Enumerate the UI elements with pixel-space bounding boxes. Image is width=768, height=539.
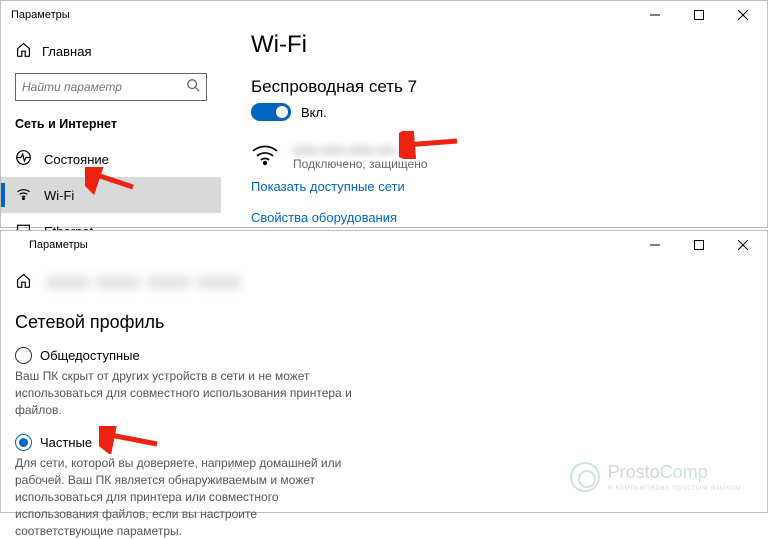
maximize-button[interactable] [677,232,721,258]
link-show-networks[interactable]: Показать доступные сети [251,179,753,194]
radio-public[interactable]: Общедоступные [15,347,753,364]
close-button[interactable] [721,2,765,28]
watermark-brand: ProstoComp [608,462,741,483]
wifi-toggle-label: Вкл. [301,105,327,120]
settings-window-profile: Параметры xxxx xxxx xxxx xxxx Сетевой пр… [0,230,768,513]
status-icon [15,149,32,169]
sidebar-item-label: Wi-Fi [44,188,74,203]
network-status: Подключено, защищено [293,157,428,171]
minimize-button[interactable] [633,232,677,258]
public-description: Ваш ПК скрыт от других устройств в сети … [15,368,355,418]
profile-heading: Сетевой профиль [15,312,753,333]
home-label: Главная [42,44,91,59]
radio-icon [15,434,32,451]
search-input[interactable] [15,73,207,101]
wireless-heading: Беспроводная сеть 7 [251,77,753,97]
sidebar-item-label: Состояние [44,152,109,167]
minimize-button[interactable] [633,2,677,28]
network-page-title: xxxx xxxx xxxx xxxx [46,271,242,294]
sidebar-category: Сеть и Интернет [1,115,221,141]
page-title: Wi-Fi [251,31,753,59]
watermark: ProstoComp о компьютерах простым языком [570,462,741,492]
sidebar: Главная Сеть и Интернет Состояние Wi-Fi … [1,29,221,227]
titlebar: Параметры [1,1,767,29]
link-hardware-props[interactable]: Свойства оборудования [251,210,753,225]
wifi-icon [15,185,32,205]
wifi-signal-icon [251,144,279,171]
radio-label: Частные [40,435,92,450]
titlebar: Параметры [1,231,767,259]
window-title: Параметры [11,9,633,21]
settings-window-wifi: Параметры Главная Сеть и Интернет Состоя… [0,0,768,228]
watermark-logo-icon [570,462,600,492]
wifi-toggle[interactable] [251,103,291,121]
search-field[interactable] [22,80,186,94]
back-header: xxxx xxxx xxxx xxxx [1,259,767,312]
search-icon [186,78,200,97]
home-icon [15,41,32,61]
annotation-arrow-icon [399,131,459,159]
wifi-toggle-row: Вкл. [251,103,753,121]
maximize-button[interactable] [677,2,721,28]
home-icon[interactable] [15,272,32,294]
close-button[interactable] [721,232,765,258]
connected-network[interactable]: xxxx-xxxx-xxxx-xxx Подключено, защищено [251,143,753,171]
annotation-arrow-icon [99,426,159,454]
radio-icon [15,347,32,364]
home-link[interactable]: Главная [1,37,221,73]
window-title: Параметры [29,239,633,251]
radio-label: Общедоступные [40,348,140,363]
content-area: Wi-Fi Беспроводная сеть 7 Вкл. xxxx-xxxx… [221,29,767,227]
annotation-arrow-icon [85,167,135,195]
private-description: Для сети, которой вы доверяете, например… [15,455,355,539]
watermark-tagline: о компьютерах простым языком [608,483,741,492]
